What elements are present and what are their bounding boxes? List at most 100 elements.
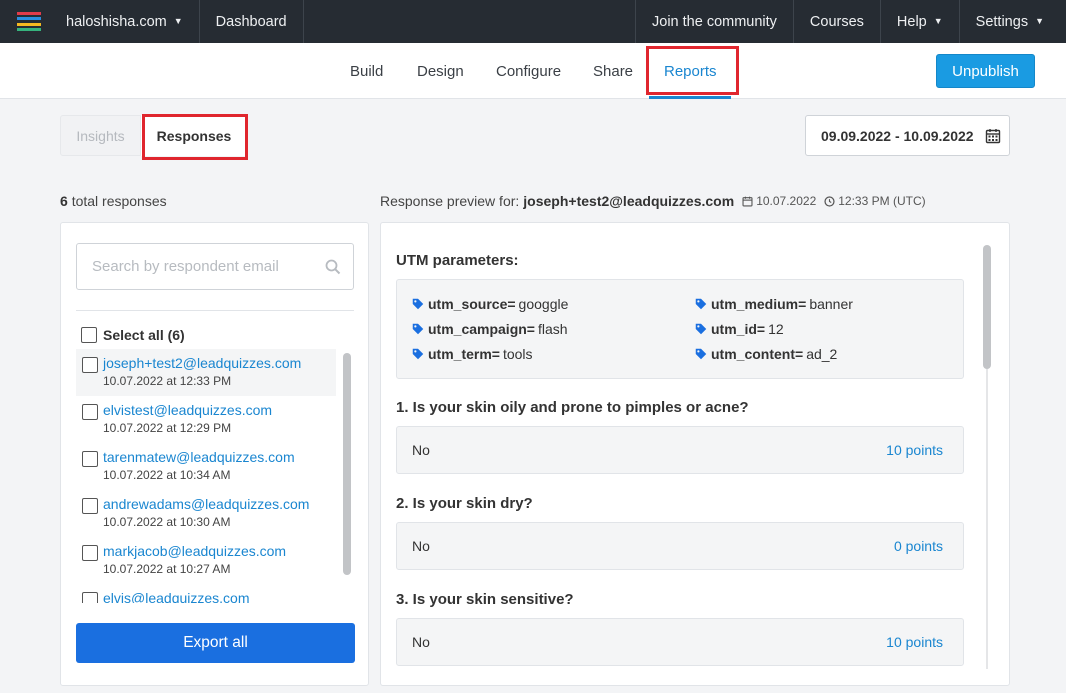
scrollbar-thumb[interactable]	[983, 245, 991, 369]
checkbox[interactable]	[82, 451, 98, 467]
response-preview-panel: UTM parameters: utm_source= googgle utm_m…	[380, 222, 1010, 686]
respondent-date: 10.07.2022 at 12:29 PM	[103, 421, 232, 435]
checkbox[interactable]	[81, 327, 97, 343]
response-preview-header: Response preview for: joseph+test2@leadq…	[380, 193, 926, 209]
utm-param-term: utm_term= tools	[412, 346, 533, 362]
search-input[interactable]	[77, 244, 307, 289]
question-title: 1. Is your skin oily and prone to pimple…	[396, 399, 749, 416]
utm-value: ad_2	[806, 346, 838, 362]
select-all-checkbox[interactable]: Select all (6)	[81, 327, 185, 343]
utm-param-source: utm_source= googgle	[412, 296, 568, 312]
preview-scrollbar[interactable]	[983, 245, 991, 669]
utm-parameters-box: utm_source= googgle utm_medium= banner utm…	[396, 279, 964, 379]
checkbox[interactable]	[82, 404, 98, 420]
community-link[interactable]: Join the community	[635, 0, 793, 43]
report-subtabs: Insights Responses	[60, 115, 247, 156]
quiz-nav: Build Design Configure Share Reports Unp…	[0, 43, 1066, 99]
tab-design[interactable]: Design	[417, 43, 464, 99]
top-bar: haloshisha.com ▼ Dashboard Join the comm…	[0, 0, 1066, 43]
answer-text: No	[412, 538, 430, 554]
site-switcher[interactable]: haloshisha.com ▼	[41, 0, 200, 43]
dashboard-label: Dashboard	[215, 13, 287, 30]
checkbox[interactable]	[82, 592, 98, 603]
app-logo[interactable]	[17, 11, 41, 32]
answer-row: No 10 points	[396, 426, 964, 474]
utm-value: tools	[502, 346, 533, 362]
calendar-icon	[985, 129, 1001, 144]
tab-build[interactable]: Build	[350, 43, 383, 99]
list-item[interactable]: andrewadams@leadquizzes.com 10.07.2022 a…	[76, 490, 336, 537]
subtab-insights[interactable]: Insights	[60, 115, 141, 156]
utm-value: googgle	[518, 296, 569, 312]
answer-row: No 0 points	[396, 522, 964, 570]
scrollbar-thumb[interactable]	[343, 353, 351, 575]
subtab-responses[interactable]: Responses	[141, 115, 247, 156]
tag-icon	[695, 323, 707, 335]
list-item[interactable]: elvis@leadquizzes.com	[76, 584, 336, 603]
checkbox[interactable]	[82, 498, 98, 514]
help-label: Help	[896, 13, 927, 30]
export-all-button[interactable]: Export all	[76, 623, 355, 663]
tag-icon	[695, 348, 707, 360]
utm-param-id: utm_id= 12	[695, 321, 784, 337]
chevron-down-icon: ▼	[173, 15, 183, 26]
respondent-email[interactable]: andrewadams@leadquizzes.com	[103, 496, 336, 512]
date-range-picker[interactable]: 09.09.2022 - 10.09.2022	[805, 115, 1010, 156]
tab-configure[interactable]: Configure	[496, 43, 561, 99]
settings-label: Settings	[975, 13, 1029, 30]
respondent-date: 10.07.2022 at 10:34 AM	[103, 468, 231, 482]
dashboard-link[interactable]: Dashboard	[200, 0, 304, 43]
preview-time-value: 12:33 PM (UTC)	[838, 194, 926, 208]
total-label: total responses	[71, 193, 167, 209]
scrollbar-track[interactable]	[986, 369, 988, 669]
respondent-email[interactable]: tarenmatew@leadquizzes.com	[103, 449, 336, 465]
preview-label: Response preview for:	[380, 193, 520, 209]
checkbox[interactable]	[82, 545, 98, 561]
divider	[76, 310, 354, 311]
question-title: 3. Is your skin sensitive?	[396, 591, 574, 608]
utm-key: utm_term=	[428, 346, 500, 362]
respondent-email[interactable]: joseph+test2@leadquizzes.com	[103, 355, 336, 371]
checkbox[interactable]	[82, 357, 98, 373]
respondent-email[interactable]: elvistest@leadquizzes.com	[103, 402, 336, 418]
utm-value: flash	[537, 321, 568, 337]
respondent-date: 10.07.2022 at 10:30 AM	[103, 515, 231, 529]
tab-share[interactable]: Share	[593, 43, 633, 99]
tag-icon	[412, 323, 424, 335]
utm-key: utm_id=	[711, 321, 766, 337]
courses-link[interactable]: Courses	[792, 0, 880, 43]
utm-param-medium: utm_medium= banner	[695, 296, 853, 312]
list-scrollbar[interactable]	[343, 353, 351, 603]
list-item[interactable]: tarenmatew@leadquizzes.com 10.07.2022 at…	[76, 443, 336, 490]
list-item[interactable]: joseph+test2@leadquizzes.com 10.07.2022 …	[76, 349, 336, 396]
tab-reports[interactable]: Reports	[664, 43, 717, 99]
list-item[interactable]: markjacob@leadquizzes.com 10.07.2022 at …	[76, 537, 336, 584]
preview-time: 12:33 PM (UTC)	[824, 194, 926, 208]
answer-text: No	[412, 442, 430, 458]
chevron-down-icon: ▼	[933, 15, 943, 26]
settings-menu[interactable]: Settings ▼	[958, 0, 1066, 43]
answer-row: No 10 points	[396, 618, 964, 666]
total-count: 6	[60, 193, 68, 209]
total-responses: 6 total responses	[60, 193, 167, 209]
utm-key: utm_medium=	[711, 296, 807, 312]
utm-param-content: utm_content= ad_2	[695, 346, 837, 362]
utm-title: UTM parameters:	[396, 252, 519, 269]
search-icon[interactable]	[325, 259, 341, 275]
responses-list-panel: Select all (6) joseph+test2@leadquizzes.…	[60, 222, 369, 686]
preview-date: 10.07.2022	[742, 194, 816, 208]
respondent-email[interactable]: markjacob@leadquizzes.com	[103, 543, 336, 559]
respondent-email[interactable]: elvis@leadquizzes.com	[103, 590, 336, 603]
clock-icon	[824, 195, 835, 207]
preview-email: joseph+test2@leadquizzes.com	[523, 193, 735, 209]
answer-points: 10 points	[886, 442, 943, 458]
utm-value: 12	[768, 321, 784, 337]
list-item[interactable]: elvistest@leadquizzes.com 10.07.2022 at …	[76, 396, 336, 443]
unpublish-button[interactable]: Unpublish	[936, 54, 1035, 88]
answer-points: 10 points	[886, 634, 943, 650]
community-label: Join the community	[652, 13, 777, 30]
question-title: 2. Is your skin dry?	[396, 495, 533, 512]
calendar-icon	[742, 196, 753, 207]
courses-label: Courses	[809, 13, 864, 30]
help-menu[interactable]: Help ▼	[879, 0, 959, 43]
